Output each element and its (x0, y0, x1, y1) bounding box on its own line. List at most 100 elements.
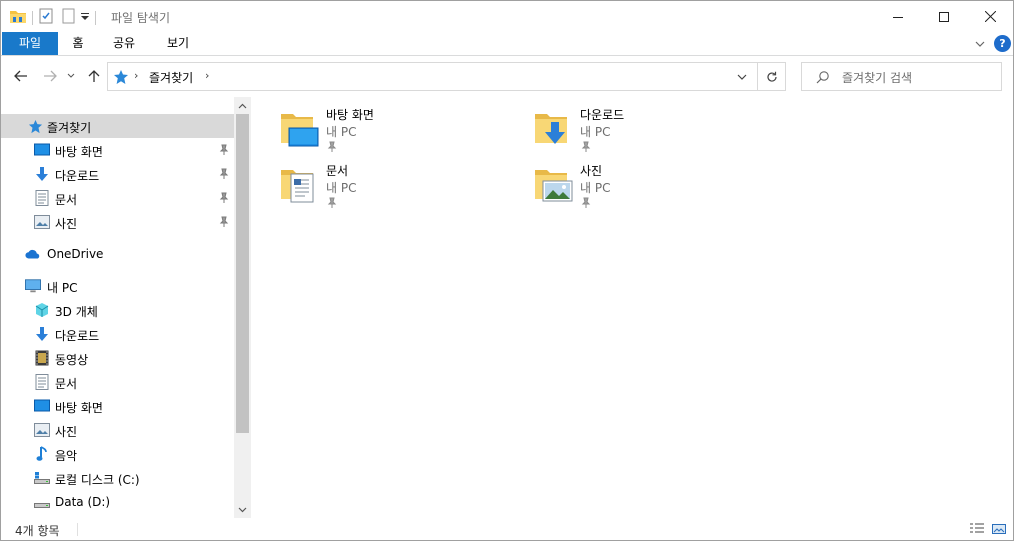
recent-locations-button[interactable] (65, 67, 77, 85)
status-bar: 4개 항목 (1, 518, 1013, 540)
item-count: 4개 항목 (15, 524, 60, 538)
details-view-button[interactable] (969, 522, 985, 536)
nav-label: 바탕 화면 (55, 145, 103, 159)
new-folder-icon[interactable] (60, 8, 76, 27)
address-bar[interactable]: › 즐겨찾기 › (107, 62, 758, 91)
maximize-icon (939, 11, 949, 22)
pin-icon (219, 168, 229, 183)
local-disk-icon (34, 470, 50, 486)
expand-ribbon-button[interactable] (973, 37, 987, 51)
nav-item-pc-documents[interactable]: 문서 (1, 370, 234, 394)
tile-documents[interactable]: 문서 내 PC (251, 153, 491, 208)
tile-location: 내 PC (326, 181, 357, 195)
forward-button[interactable] (41, 67, 59, 85)
refresh-button[interactable] (758, 62, 786, 91)
content-pane: 바탕 화면 내 PC 다운로드 내 PC 문서 내 PC 사진 내 PC (251, 97, 1013, 518)
address-dropdown-button[interactable] (736, 71, 748, 85)
breadcrumb-separator[interactable]: › (134, 69, 138, 82)
nav-label: 바탕 화면 (55, 401, 103, 415)
desktop-icon (34, 398, 50, 414)
tab-file[interactable]: 파일 (2, 32, 58, 55)
scroll-up-button[interactable] (234, 97, 251, 114)
tile-location: 내 PC (580, 181, 611, 195)
tile-downloads[interactable]: 다운로드 내 PC (505, 97, 745, 152)
customize-qat-icon[interactable] (80, 11, 90, 25)
tab-view[interactable]: 보기 (155, 32, 201, 55)
star-icon (27, 118, 43, 134)
breadcrumb-quick-access[interactable]: 즐겨찾기 (149, 69, 193, 86)
search-icon (816, 70, 830, 87)
scroll-thumb[interactable] (236, 114, 249, 433)
qat-separator (95, 10, 96, 25)
pin-icon (219, 216, 229, 231)
chevron-down-icon (67, 73, 75, 78)
nav-item-3d-objects[interactable]: 3D 개체 (1, 298, 234, 322)
nav-label: 문서 (55, 193, 78, 207)
window-title: 파일 탐색기 (111, 11, 171, 25)
search-box[interactable]: 즐겨찾기 검색 (801, 62, 1002, 91)
nav-label: 로컬 디스크 (C:) (55, 473, 140, 487)
nav-item-pc-pictures[interactable]: 사진 (1, 418, 234, 442)
document-icon (34, 190, 50, 206)
status-separator (77, 523, 78, 536)
maximize-button[interactable] (921, 1, 967, 32)
chevron-down-icon (238, 507, 247, 512)
drive-icon (34, 494, 50, 510)
nav-label: 문서 (55, 377, 78, 391)
desktop-icon (34, 142, 50, 158)
tile-location: 내 PC (326, 125, 357, 139)
tile-name: 다운로드 (580, 108, 625, 122)
tab-home[interactable]: 홈 (61, 32, 95, 55)
large-icons-view-button[interactable] (991, 522, 1007, 536)
nav-label: 내 PC (47, 281, 78, 295)
close-button[interactable] (967, 1, 1013, 32)
download-icon (34, 166, 50, 182)
nav-item-pictures[interactable]: 사진 (1, 210, 234, 234)
nav-item-desktop[interactable]: 바탕 화면 (1, 138, 234, 162)
nav-item-pc-desktop[interactable]: 바탕 화면 (1, 394, 234, 418)
nav-item-local-disk-c[interactable]: 로컬 디스크 (C:) (1, 466, 234, 490)
star-icon (113, 69, 129, 88)
nav-item-downloads[interactable]: 다운로드 (1, 162, 234, 186)
nav-label: 음악 (55, 449, 78, 463)
explorer-folder-icon[interactable] (9, 8, 27, 27)
nav-item-data-d[interactable]: Data (D:) (1, 490, 234, 514)
back-button[interactable] (12, 67, 30, 85)
nav-item-this-pc[interactable]: 내 PC (1, 274, 234, 298)
help-button[interactable]: ? (994, 35, 1011, 52)
pin-icon (327, 197, 337, 212)
nav-item-music[interactable]: 음악 (1, 442, 234, 466)
breadcrumb-separator[interactable]: › (205, 69, 209, 82)
details-view-icon (970, 523, 984, 533)
nav-label: 3D 개체 (55, 305, 98, 319)
tab-share[interactable]: 공유 (101, 32, 147, 55)
onedrive-cloud-icon (25, 246, 41, 262)
qat-separator (32, 10, 33, 25)
nav-item-pc-downloads[interactable]: 다운로드 (1, 322, 234, 346)
ribbon-tabs: 파일 홈 공유 보기 ? (1, 32, 1013, 56)
tile-name: 사진 (580, 164, 603, 178)
title-bar: 파일 탐색기 (1, 1, 1013, 32)
minimize-icon (893, 16, 903, 18)
nav-label: 사진 (55, 217, 78, 231)
nav-item-documents[interactable]: 문서 (1, 186, 234, 210)
nav-item-quick-access[interactable]: 즐겨찾기 (1, 114, 234, 138)
tile-location: 내 PC (580, 125, 611, 139)
nav-item-videos[interactable]: 동영상 (1, 346, 234, 370)
tile-pictures[interactable]: 사진 내 PC (505, 153, 745, 208)
large-icons-view-icon (992, 524, 1006, 534)
minimize-button[interactable] (875, 1, 921, 32)
scroll-down-button[interactable] (234, 501, 251, 518)
nav-scrollbar[interactable] (234, 97, 251, 518)
nav-item-onedrive[interactable]: OneDrive (1, 242, 234, 266)
address-row: › 즐겨찾기 › 즐겨찾기 검색 (1, 56, 1013, 97)
pin-icon (219, 192, 229, 207)
download-folder-icon (533, 108, 573, 148)
picture-icon (34, 422, 50, 438)
up-button[interactable] (85, 67, 103, 85)
chevron-down-icon (737, 74, 747, 80)
properties-icon[interactable] (38, 8, 54, 27)
pin-icon (219, 144, 229, 159)
tile-desktop[interactable]: 바탕 화면 내 PC (251, 97, 491, 152)
close-icon (984, 11, 996, 22)
